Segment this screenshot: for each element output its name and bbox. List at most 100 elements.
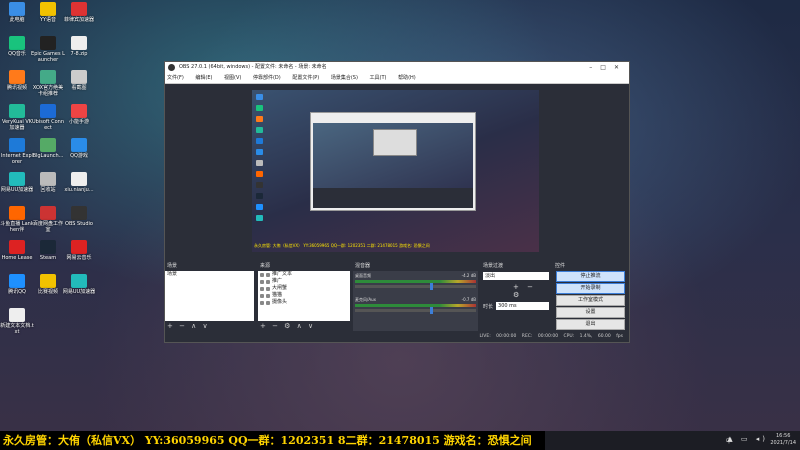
menu-tools[interactable]: 工具(T) [370, 75, 387, 81]
menu-scene-collection[interactable]: 场景集合(S) [331, 75, 358, 81]
scene-item[interactable]: 场景 [165, 271, 254, 278]
desktop-icon[interactable]: 新建文本文档.txt [0, 308, 34, 335]
duration-input[interactable]: 300 ms [496, 302, 549, 310]
desktop-icon[interactable]: QQ音乐 [0, 36, 34, 57]
eye-icon[interactable] [260, 272, 264, 277]
desktop-icon[interactable]: 网易UU加速器 [0, 172, 34, 193]
app-icon [40, 206, 56, 220]
obs-titlebar[interactable]: OBS 27.0.1 (64bit, windows) - 配置文件: 未命名 … [165, 62, 629, 73]
transition-buttons[interactable]: + − ⚙ [483, 283, 549, 299]
source-item[interactable]: 推广文本 [258, 271, 350, 278]
desktop-icon[interactable]: Internet Explorer [0, 138, 34, 165]
menu-profile[interactable]: 配置文件(P) [292, 75, 319, 81]
app-icon [40, 36, 56, 50]
system-tray-icons[interactable]: ▲ ▭ ◂) [727, 435, 768, 443]
studio-mode-button[interactable]: 工作室模式 [556, 295, 625, 306]
desktop-icon-label: 斗鱼直播 Lankhen伴 [0, 221, 34, 233]
menu-edit[interactable]: 编辑(E) [195, 75, 212, 81]
desktop-icon[interactable]: XOX官方绝美卡组推荐 [31, 70, 65, 97]
sources-toolbar[interactable]: + − ⚙ ∧ ∨ [258, 322, 315, 331]
eye-icon[interactable] [260, 293, 264, 298]
desktop-icon-label: QQ游戏 [70, 153, 88, 159]
stop-streaming-button[interactable]: 停止推流 [556, 271, 625, 282]
source-item[interactable]: 摄像头 [258, 299, 350, 306]
menu-docks[interactable]: 停靠部件(D) [253, 75, 281, 81]
scenes-dock: 场景 场景 + − ∧ ∨ [165, 262, 254, 331]
desktop-icon[interactable]: 网易UU加速器 [62, 274, 96, 295]
volume-slider[interactable] [355, 283, 476, 290]
scenes-list[interactable]: 场景 [165, 271, 254, 321]
nested-obs-preview [310, 112, 476, 211]
app-icon [9, 240, 25, 254]
mixer-channel: 麦克风/Aux -0.7 dB [355, 297, 476, 319]
desktop-icon-label: Ubisoft Connect [32, 119, 64, 131]
start-recording-button[interactable]: 开始录制 [556, 283, 625, 294]
desktop-icon[interactable]: 腾讯QQ [0, 274, 34, 295]
channel-name: 麦克风/Aux [355, 297, 376, 302]
app-icon [71, 104, 87, 118]
settings-button[interactable]: 设置 [556, 307, 625, 318]
exit-button[interactable]: 退出 [556, 319, 625, 330]
desktop-icon-label: 腾讯视频 [6, 85, 27, 91]
desktop-icon[interactable]: 此电脑 [0, 2, 34, 23]
scenes-toolbar[interactable]: + − ∧ ∨ [165, 322, 210, 331]
desktop-icon-label: 网易UU加速器 [62, 289, 96, 295]
eye-icon[interactable] [260, 279, 264, 284]
desktop-icon[interactable]: 7-8.zip [62, 36, 96, 57]
desktop-icon[interactable]: VeryKuai VK加速器 [0, 104, 34, 131]
desktop-icon-label: 此电脑 [9, 17, 25, 23]
taskbar-clock[interactable]: 16:56 2021/7/14 [770, 433, 796, 447]
lock-icon[interactable] [266, 300, 270, 305]
desktop-icon[interactable]: OBS Studio [62, 206, 96, 227]
desktop-icon[interactable]: xiu.nianju... [62, 172, 96, 193]
lock-icon[interactable] [266, 286, 270, 291]
desktop-icon[interactable]: Home Lease [0, 240, 34, 261]
window-controls[interactable]: –□✕ [589, 62, 627, 73]
menu-help[interactable]: 帮助(H) [398, 75, 416, 81]
desktop-icon[interactable]: QQ游戏 [62, 138, 96, 159]
status-bar: LIVE: 00:00:00 REC: 00:00:00 CPU: 1.4%, … [479, 334, 623, 339]
desktop-icon-label: xiu.nianju... [64, 187, 94, 193]
transition-select[interactable]: 淡出 [483, 272, 549, 280]
stream-preview[interactable]: 永久房管: 大侑（私信VX） YY:36059965 QQ一群: 1202351… [252, 90, 539, 252]
menu-file[interactable]: 文件(F) [167, 75, 184, 81]
desktop-icon-label: Home Lease [1, 255, 33, 261]
desktop-icon[interactable]: 百度网盘工作室 [31, 206, 65, 233]
menu-view[interactable]: 视图(V) [224, 75, 241, 81]
volume-slider[interactable] [355, 307, 476, 314]
controls-dock: 控件 停止推流 开始录制 工作室模式 设置 退出 [553, 262, 628, 331]
source-item[interactable]: 猫猫 [258, 292, 350, 299]
eye-icon[interactable] [260, 286, 264, 291]
desktop-icon[interactable]: 腾讯视频 [0, 70, 34, 91]
desktop-icon[interactable]: 网易云音乐 [62, 240, 96, 261]
desktop-icon[interactable]: Steam [31, 240, 65, 261]
desktop-icon[interactable]: Epic Games Launcher [31, 36, 65, 63]
desktop-icon[interactable]: 比赛视频 [31, 274, 65, 295]
desktop-icon[interactable]: 回收站 [31, 172, 65, 193]
lock-icon[interactable] [266, 272, 270, 277]
sources-list[interactable]: 推广文本 推广 大闸蟹 猫猫 摄像头 [258, 271, 350, 321]
obs-window[interactable]: OBS 27.0.1 (64bit, windows) - 配置文件: 未命名 … [164, 61, 630, 343]
desktop-icon-label: 百度网盘工作室 [32, 221, 63, 233]
desktop-icon[interactable]: 小能手游 [62, 104, 96, 125]
lock-icon[interactable] [266, 279, 270, 284]
desktop-icon[interactable]: 看截图 [62, 70, 96, 91]
app-icon [40, 104, 56, 118]
eye-icon[interactable] [260, 300, 264, 305]
source-item[interactable]: 大闸蟹 [258, 285, 350, 292]
lock-icon[interactable] [266, 293, 270, 298]
desktop-icon-label: XOX官方绝美卡组推荐 [32, 85, 64, 97]
app-icon [9, 2, 25, 16]
window-title: OBS 27.0.1 (64bit, windows) - 配置文件: 未命名 … [179, 64, 327, 70]
desktop-icon[interactable]: 菲律宾加速器 [62, 2, 96, 23]
desktop-icon[interactable]: 斗鱼直播 Lankhen伴 [0, 206, 34, 233]
app-icon [71, 138, 87, 152]
source-item[interactable]: 推广 [258, 278, 350, 285]
desktop-icon[interactable]: Ubisoft Connect [31, 104, 65, 131]
transitions-dock: 场景过渡 淡出 + − ⚙ 时长 300 ms [481, 262, 551, 331]
slider-knob[interactable] [430, 283, 434, 290]
desktop-icon[interactable]: YY语音 [31, 2, 65, 23]
slider-knob[interactable] [430, 307, 434, 314]
desktop-icon[interactable]: BlgLaunch... [31, 138, 65, 159]
app-icon [9, 172, 25, 186]
